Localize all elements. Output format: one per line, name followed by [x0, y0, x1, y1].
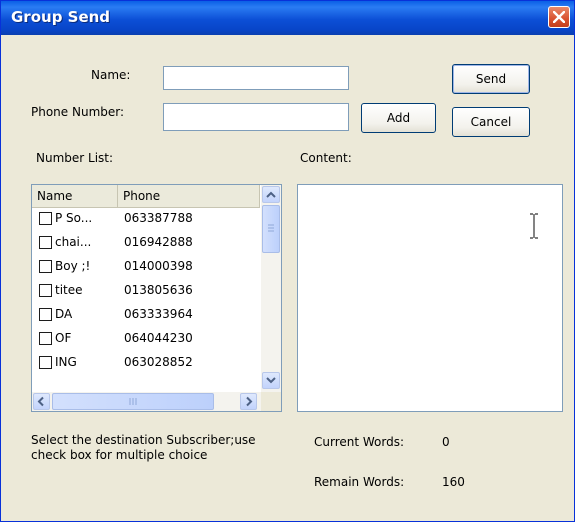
row-name: P So...: [55, 211, 93, 225]
row-phone: 063333964: [124, 307, 193, 321]
row-name: titee: [55, 283, 83, 297]
vertical-scrollbar[interactable]: [261, 185, 281, 392]
remain-words-value: 160: [442, 475, 465, 489]
add-button[interactable]: Add: [361, 103, 436, 133]
hint-text: Select the destination Subscriber;use ch…: [31, 433, 256, 462]
current-words-value: 0: [442, 435, 450, 449]
grip-icon: [268, 224, 274, 232]
list-item[interactable]: Boy ;! 014000398: [32, 256, 260, 279]
close-button[interactable]: [548, 6, 570, 28]
row-checkbox[interactable]: [39, 332, 52, 345]
list-item[interactable]: DA 063333964: [32, 304, 260, 327]
row-name: chai...: [55, 235, 92, 249]
number-list-label: Number List:: [36, 151, 114, 165]
horizontal-scrollbar[interactable]: [32, 392, 261, 411]
name-input[interactable]: [163, 66, 349, 90]
number-list[interactable]: Name Phone P So... 063387788 chai... 016…: [31, 184, 282, 412]
cancel-button[interactable]: Cancel: [452, 107, 530, 137]
row-phone: 063387788: [124, 211, 193, 225]
list-item[interactable]: P So... 063387788: [32, 208, 260, 231]
remain-words-label: Remain Words:: [314, 475, 405, 489]
row-phone: 063028852: [124, 355, 193, 369]
scroll-left-button[interactable]: [33, 393, 50, 410]
row-phone: 064044230: [124, 331, 193, 345]
title-bar[interactable]: Group Send: [1, 1, 574, 35]
chevron-down-icon: [266, 377, 276, 384]
text-cursor-icon: [530, 213, 538, 239]
content-textarea[interactable]: [297, 184, 563, 412]
list-header: Name Phone: [32, 185, 260, 208]
current-words-label: Current Words:: [314, 435, 405, 449]
group-send-dialog: Group Send Name: Phone Number: Send Add …: [0, 0, 575, 522]
row-checkbox[interactable]: [39, 308, 52, 321]
scrollbar-corner: [261, 392, 281, 411]
list-item[interactable]: OF 064044230: [32, 328, 260, 351]
name-label: Name:: [91, 68, 131, 82]
list-item[interactable]: titee 013805636: [32, 280, 260, 303]
chevron-up-icon: [266, 191, 276, 198]
list-item[interactable]: chai... 016942888: [32, 232, 260, 255]
list-item[interactable]: ING 063028852: [32, 352, 260, 375]
row-phone: 014000398: [124, 259, 193, 273]
row-name: ING: [55, 355, 77, 369]
column-header-phone[interactable]: Phone: [118, 185, 260, 207]
row-checkbox[interactable]: [39, 260, 52, 273]
phone-number-label: Phone Number:: [31, 105, 125, 119]
row-checkbox[interactable]: [39, 356, 52, 369]
window-title: Group Send: [11, 8, 111, 26]
row-checkbox[interactable]: [39, 212, 52, 225]
row-checkbox[interactable]: [39, 236, 52, 249]
row-name: OF: [55, 331, 72, 345]
phone-number-input[interactable]: [163, 103, 349, 131]
chevron-right-icon: [246, 396, 253, 407]
row-name: DA: [55, 307, 73, 321]
row-checkbox[interactable]: [39, 284, 52, 297]
row-name: Boy ;!: [55, 259, 91, 273]
grip-icon: [129, 398, 137, 405]
chevron-left-icon: [37, 396, 44, 407]
row-phone: 013805636: [124, 283, 193, 297]
content-label: Content:: [300, 151, 352, 165]
vertical-scroll-thumb[interactable]: [262, 205, 280, 253]
scroll-up-button[interactable]: [262, 186, 280, 203]
close-icon: [553, 11, 565, 23]
scroll-down-button[interactable]: [262, 372, 280, 389]
scroll-right-button[interactable]: [240, 393, 257, 410]
column-header-name[interactable]: Name: [32, 185, 118, 207]
horizontal-scroll-thumb[interactable]: [52, 393, 214, 410]
row-phone: 016942888: [124, 235, 193, 249]
send-button[interactable]: Send: [452, 64, 530, 94]
